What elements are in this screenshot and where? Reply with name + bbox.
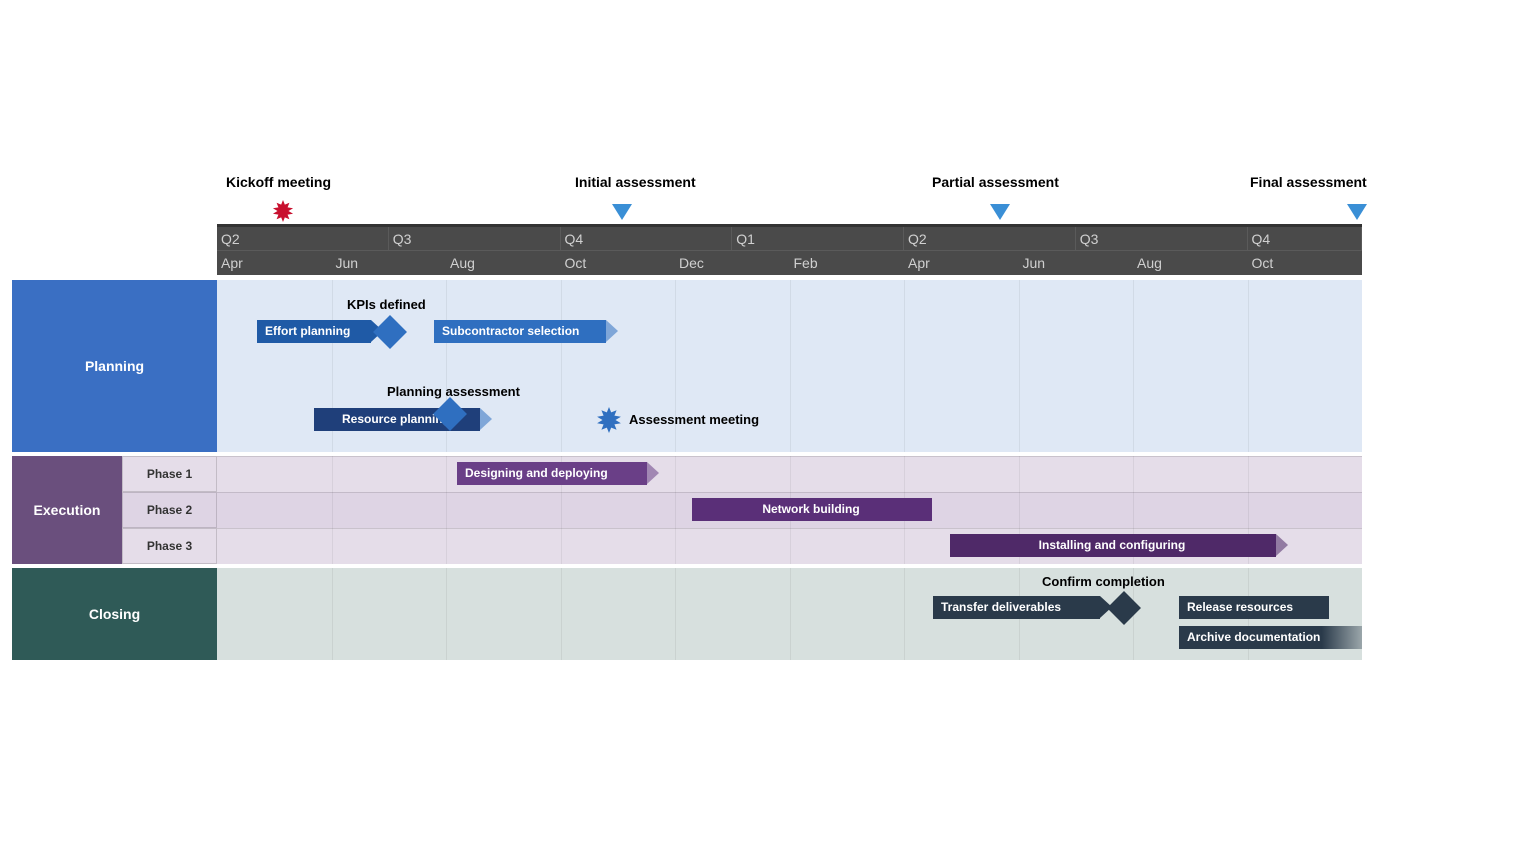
- month-label: Jun: [332, 251, 359, 275]
- confirm-completion-label: Confirm completion: [1042, 574, 1165, 589]
- task-label: Installing and configuring: [1039, 538, 1186, 552]
- swimlane-closing: Closing Confirm completion Transfer deli…: [12, 568, 1362, 660]
- task-label: Designing and deploying: [465, 466, 608, 480]
- task-release-resources: Release resources: [1179, 596, 1329, 619]
- lane-header-execution: Execution: [12, 456, 122, 564]
- quarter-label: Q3: [389, 227, 561, 250]
- task-label: Subcontractor selection: [442, 324, 579, 338]
- swimlane-planning: Planning KPIs defined Effort planning Su…: [12, 280, 1362, 452]
- task-label: Archive documentation: [1187, 630, 1320, 644]
- milestone-kickoff-label: Kickoff meeting: [226, 174, 331, 190]
- quarter-label: Q1: [732, 227, 904, 250]
- triangle-down-icon: [1347, 204, 1367, 220]
- lane-body-closing: Confirm completion Transfer deliverables…: [217, 568, 1362, 660]
- timeline-quarters-row: Q2 Q3 Q4 Q1 Q2 Q3 Q4: [217, 227, 1362, 251]
- task-label: Effort planning: [265, 324, 350, 338]
- task-transfer-deliverables: Transfer deliverables: [933, 596, 1100, 619]
- planning-assessment-label: Planning assessment: [387, 384, 520, 399]
- subphase-1: Phase 1: [122, 456, 217, 492]
- lane-title: Closing: [89, 606, 140, 622]
- quarter-label: Q3: [1076, 227, 1248, 250]
- task-label: Network building: [762, 502, 859, 516]
- month-label: Apr: [217, 251, 243, 275]
- lane-body-execution: Designing and deploying Network building…: [217, 456, 1362, 564]
- subphase-2: Phase 2: [122, 492, 217, 528]
- lane-title: Planning: [85, 358, 144, 374]
- quarter-label: Q2: [904, 227, 1076, 250]
- assessment-meeting-label: Assessment meeting: [629, 412, 759, 427]
- lane-header-planning: Planning: [12, 280, 217, 452]
- triangle-down-icon: [612, 204, 632, 220]
- task-subcontractor-selection: Subcontractor selection: [434, 320, 606, 343]
- quarter-label: Q4: [561, 227, 733, 250]
- month-label: Jun: [1019, 251, 1046, 275]
- task-network-building: Network building: [692, 498, 932, 521]
- kpis-defined-label: KPIs defined: [347, 297, 426, 312]
- lane-header-closing: Closing: [12, 568, 217, 660]
- starburst-icon: [596, 407, 622, 433]
- lane-body-planning: KPIs defined Effort planning Subcontract…: [217, 280, 1362, 452]
- lane-title: Execution: [34, 502, 101, 518]
- timeline-header: Q2 Q3 Q4 Q1 Q2 Q3 Q4 Apr Jun Aug Oct Dec…: [217, 224, 1362, 275]
- task-archive-documentation: Archive documentation: [1179, 626, 1362, 649]
- diamond-icon: [1107, 591, 1141, 625]
- month-label: Aug: [446, 251, 475, 275]
- starburst-icon: [272, 200, 294, 222]
- task-label: Release resources: [1187, 600, 1293, 614]
- milestone-final-label: Final assessment: [1250, 174, 1367, 190]
- quarter-label: Q4: [1248, 227, 1363, 250]
- month-label: Aug: [1133, 251, 1162, 275]
- month-label: Apr: [904, 251, 930, 275]
- task-effort-planning: Effort planning: [257, 320, 371, 343]
- quarter-label: Q2: [217, 227, 389, 250]
- milestone-initial-label: Initial assessment: [575, 174, 696, 190]
- subphase-3: Phase 3: [122, 528, 217, 564]
- task-label: Transfer deliverables: [941, 600, 1061, 614]
- month-label: Oct: [1248, 251, 1274, 275]
- swimlane-execution: Execution Phase 1 Phase 2 Phase 3 Design…: [12, 456, 1362, 564]
- task-designing-deploying: Designing and deploying: [457, 462, 647, 485]
- month-label: Oct: [561, 251, 587, 275]
- triangle-down-icon: [990, 204, 1010, 220]
- milestone-partial-label: Partial assessment: [932, 174, 1059, 190]
- timeline-months-row: Apr Jun Aug Oct Dec Feb Apr Jun Aug Oct: [217, 251, 1362, 275]
- month-label: Feb: [790, 251, 818, 275]
- task-installing-configuring: Installing and configuring: [950, 534, 1276, 557]
- month-label: Dec: [675, 251, 704, 275]
